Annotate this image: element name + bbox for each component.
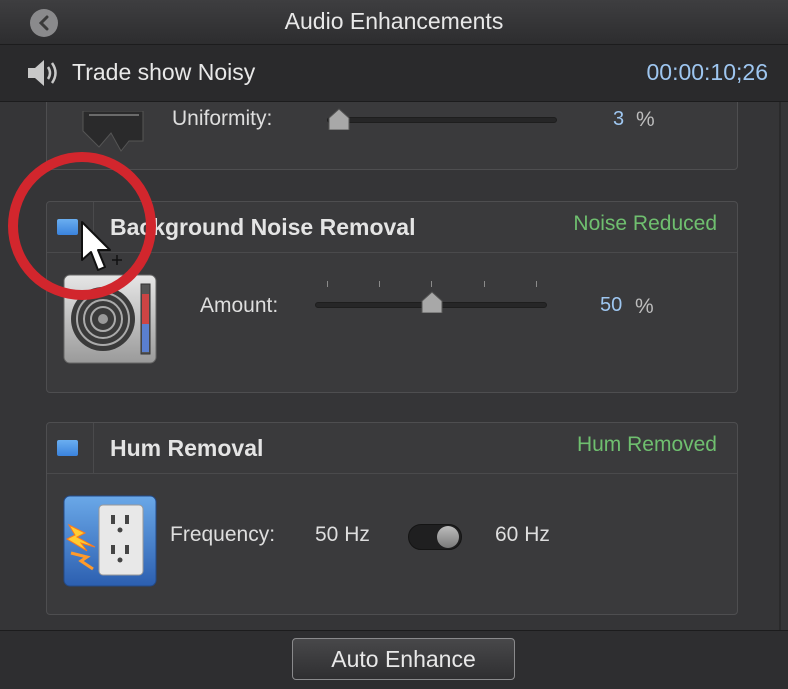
toggle-knob [437, 526, 459, 548]
window-title: Audio Enhancements [284, 8, 504, 34]
scrollbar-track[interactable] [779, 102, 781, 630]
frequency-label: Frequency: [170, 523, 276, 546]
slider-tick [327, 281, 328, 287]
equalization-panel: Uniformity: 3 % [46, 102, 738, 170]
amount-unit: % [635, 295, 654, 318]
bottom-bar: Auto Enhance [0, 630, 788, 689]
clip-bar: Trade show Noisy 00:00:10;26 [0, 45, 788, 102]
speaker-icon [28, 60, 57, 86]
frequency-option-60hz[interactable]: 60 Hz [495, 523, 550, 547]
slider-tick [379, 281, 380, 287]
amount-label: Amount: [200, 294, 279, 317]
header-divider [93, 423, 94, 473]
amount-value: 50 [600, 294, 623, 316]
equalizer-device-icon [82, 111, 144, 152]
frequency-option-50hz[interactable]: 50 Hz [315, 523, 370, 547]
slider-tick [484, 281, 485, 287]
uniformity-unit: % [636, 108, 655, 131]
uniformity-slider-knob[interactable] [327, 108, 351, 130]
panel-title: Hum Removal [110, 435, 264, 461]
amount-slider-knob[interactable] [420, 291, 444, 313]
timecode: 00:00:10;26 [646, 59, 768, 85]
uniformity-value: 3 [613, 108, 625, 130]
hum-removal-enable-checkbox[interactable] [57, 440, 78, 456]
power-outlet-icon [63, 495, 157, 587]
uniformity-slider[interactable] [327, 117, 557, 123]
mouse-cursor-icon [81, 221, 122, 271]
title-bar: Audio Enhancements [0, 0, 788, 45]
noise-removal-status: Noise Reduced [573, 212, 717, 235]
hum-removal-panel: Hum Removal Hum Removed Frequency: 50 Hz [46, 422, 738, 615]
slider-tick [431, 281, 432, 287]
hum-removal-status: Hum Removed [576, 433, 717, 456]
panel-header: Hum Removal Hum Removed [47, 423, 737, 474]
slider-tick [536, 281, 537, 287]
frequency-toggle[interactable] [408, 524, 462, 550]
auto-enhance-button[interactable]: Auto Enhance [292, 638, 515, 680]
uniformity-label: Uniformity: [172, 107, 273, 130]
clip-name: Trade show Noisy [72, 59, 256, 85]
